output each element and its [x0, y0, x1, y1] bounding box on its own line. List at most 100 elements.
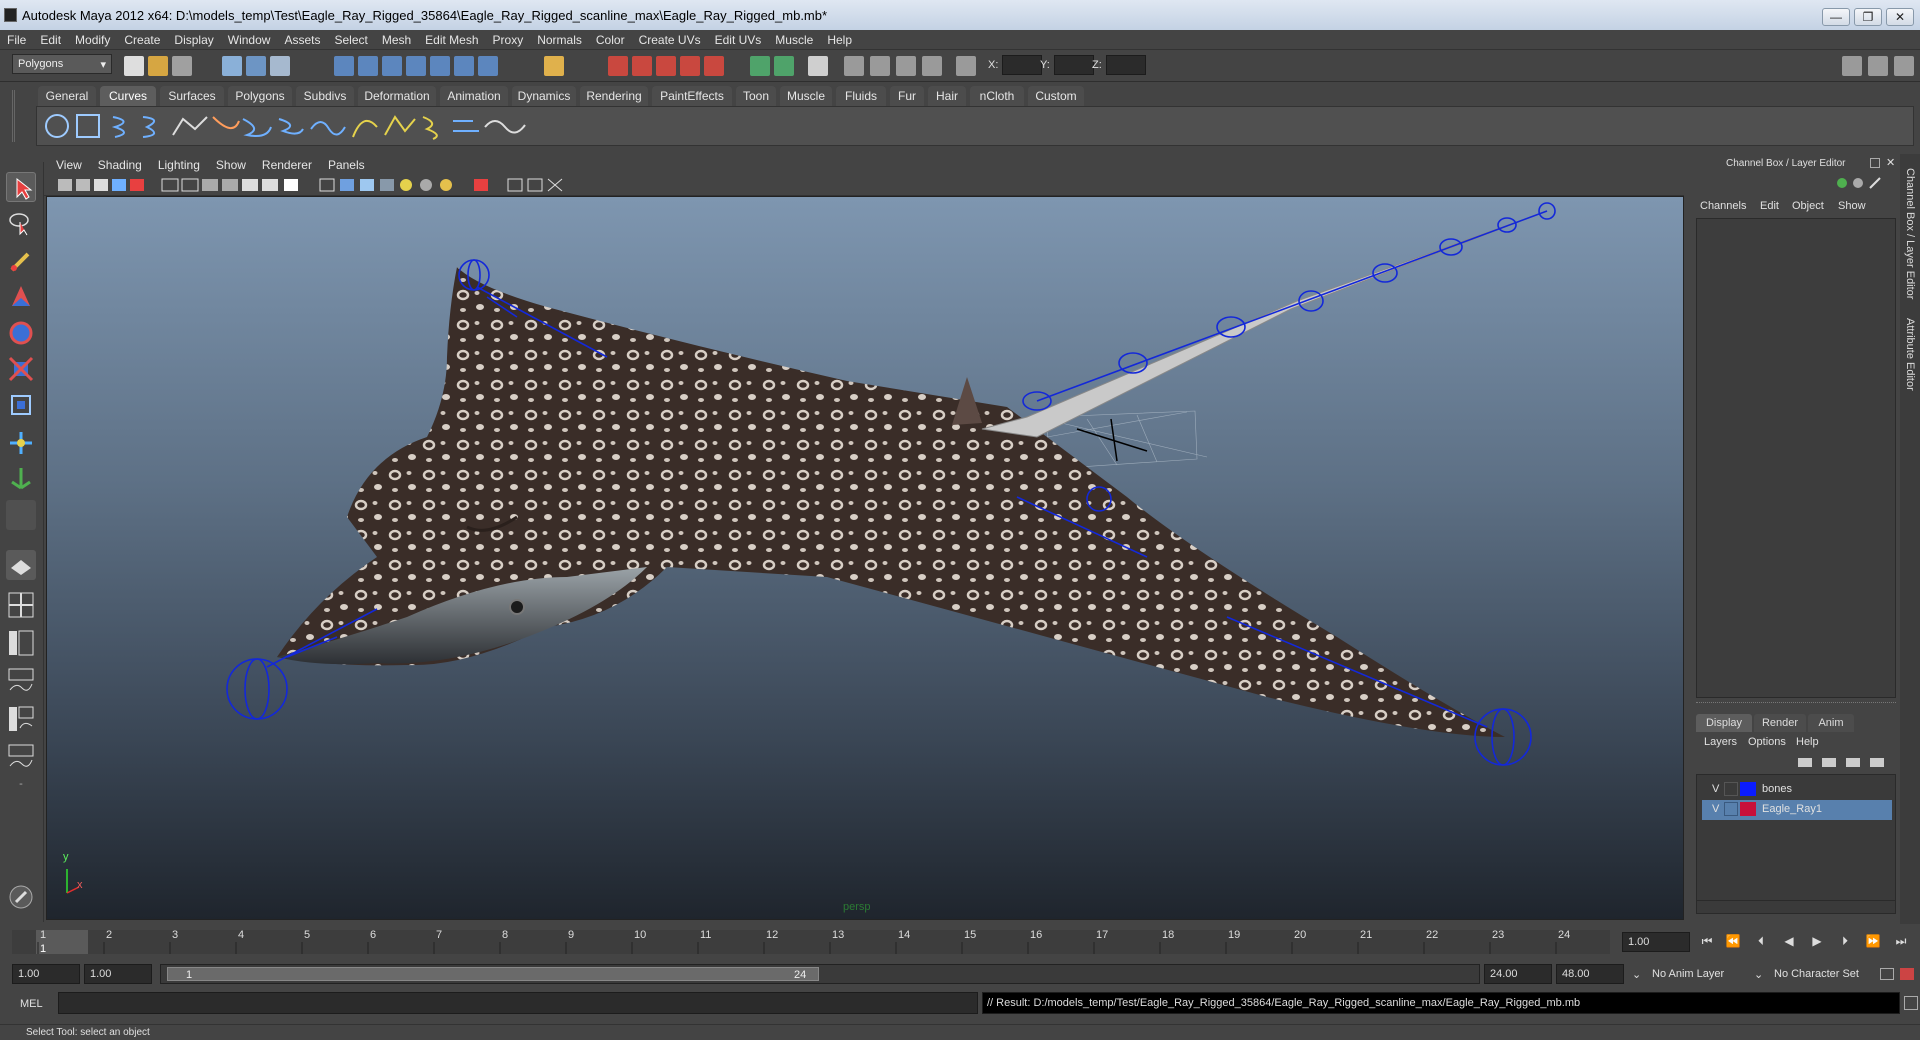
display-icon-b[interactable]: [870, 56, 890, 76]
panel-menu-panels[interactable]: Panels: [320, 154, 373, 172]
show-manipulator-icon[interactable]: [6, 464, 36, 494]
step-forward-key-icon[interactable]: ⏩: [1862, 934, 1884, 952]
select-component-icon[interactable]: [270, 56, 290, 76]
tab-animation[interactable]: Animation: [440, 86, 508, 106]
menu-mesh[interactable]: Mesh: [375, 30, 418, 47]
start-time-field[interactable]: 1.00: [12, 964, 80, 984]
layout-persp-graph-icon[interactable]: [6, 666, 36, 696]
snap-grid-icon[interactable]: [334, 56, 354, 76]
layer-tab-render[interactable]: Render: [1754, 714, 1806, 732]
float-panel-icon[interactable]: [1870, 158, 1880, 168]
layout-outliner-graph-icon[interactable]: [6, 742, 36, 772]
show-menu[interactable]: Show: [1838, 200, 1866, 212]
panel-menu-shading[interactable]: Shading: [90, 154, 150, 172]
panel-menu-show[interactable]: Show: [208, 154, 254, 172]
menu-edit[interactable]: Edit: [33, 30, 68, 47]
help-question-icon[interactable]: [478, 56, 498, 76]
menu-proxy[interactable]: Proxy: [486, 30, 531, 47]
layout-outliner-persp-icon[interactable]: [6, 628, 36, 658]
display-icon-d[interactable]: [922, 56, 942, 76]
time-slider[interactable]: 1 2 3 4 5 6 7 8 9 10 11 12 13 14 15 16 17 18 19 20 21 22 23 24 1…: [0, 924, 1920, 960]
x-field[interactable]: [1002, 55, 1042, 75]
select-object-icon[interactable]: [246, 56, 266, 76]
channels-menu[interactable]: Channels: [1700, 200, 1746, 212]
end-time-field[interactable]: 24.00: [1484, 964, 1552, 984]
auto-key-icon[interactable]: [1900, 968, 1914, 980]
menu-assets[interactable]: Assets: [277, 30, 327, 47]
layer-row-bones[interactable]: V bones: [1702, 780, 1892, 800]
minimize-button[interactable]: —: [1822, 8, 1850, 26]
layout-four-panes-icon[interactable]: [6, 590, 36, 620]
select-hierarchy-icon[interactable]: [222, 56, 242, 76]
layer-visibility[interactable]: V: [1712, 783, 1719, 795]
menu-edit-mesh[interactable]: Edit Mesh: [418, 30, 485, 47]
layer-tab-display[interactable]: Display: [1696, 714, 1752, 732]
menu-color[interactable]: Color: [589, 30, 632, 47]
close-panel-icon[interactable]: ✕: [1886, 156, 1895, 169]
step-forward-frame-icon[interactable]: ⏵: [1834, 934, 1856, 952]
layer-color-swatch[interactable]: [1740, 782, 1756, 796]
menu-create-uvs[interactable]: Create UVs: [632, 30, 708, 47]
menu-normals[interactable]: Normals: [530, 30, 589, 47]
curve-tools-icons[interactable]: [43, 107, 563, 145]
command-input[interactable]: [58, 992, 978, 1014]
menuset-dropdown[interactable]: Polygons ▾: [12, 54, 112, 74]
snap-point-icon[interactable]: [382, 56, 402, 76]
last-tool-used-icon[interactable]: [6, 500, 36, 530]
tab-custom[interactable]: Custom: [1028, 86, 1084, 106]
soft-mod-tool-icon[interactable]: [6, 428, 36, 458]
open-scene-icon[interactable]: [148, 56, 168, 76]
tab-painteffects[interactable]: PaintEffects: [652, 86, 732, 106]
tab-dynamics[interactable]: Dynamics: [512, 86, 576, 106]
layer-type-toggle[interactable]: [1724, 802, 1738, 816]
current-time-field[interactable]: 1.00: [1622, 932, 1690, 952]
layers-menu[interactable]: Layers: [1704, 736, 1737, 748]
play-backwards-icon[interactable]: ◀: [1778, 934, 1800, 952]
layout-hypershade-icon[interactable]: [6, 704, 36, 734]
chevron-down-icon[interactable]: ⌄: [1754, 968, 1763, 981]
edit-menu[interactable]: Edit: [1760, 200, 1779, 212]
menu-muscle[interactable]: Muscle: [768, 30, 820, 47]
render-settings-icon[interactable]: [656, 56, 676, 76]
key-icon[interactable]: [1880, 968, 1894, 980]
history-icon[interactable]: [454, 56, 474, 76]
channel-list[interactable]: [1696, 218, 1896, 698]
layer-tool-icons[interactable]: [1796, 754, 1892, 770]
display-icon-a[interactable]: [844, 56, 864, 76]
layer-type-toggle[interactable]: [1724, 782, 1738, 796]
go-to-start-icon[interactable]: ⏮: [1696, 934, 1718, 952]
snap-view-plane-icon[interactable]: [406, 56, 426, 76]
maximize-button[interactable]: ❐: [1854, 8, 1882, 26]
go-to-end-icon[interactable]: ⏭: [1890, 934, 1912, 952]
new-scene-icon[interactable]: [124, 56, 144, 76]
tab-fluids[interactable]: Fluids: [836, 86, 886, 106]
range-slider-thumb[interactable]: 1 24: [167, 967, 819, 981]
sidebar-toggle-icon[interactable]: [808, 56, 828, 76]
anim-end-field[interactable]: 48.00: [1556, 964, 1624, 984]
tab-curves[interactable]: Curves: [100, 86, 156, 106]
mel-language-label[interactable]: MEL: [20, 998, 43, 1010]
attribute-editor-icon[interactable]: [1842, 56, 1862, 76]
menu-modify[interactable]: Modify: [68, 30, 117, 47]
time-ruler[interactable]: 1 2 3 4 5 6 7 8 9 10 11 12 13 14 15 16 17 18 19 20 21 22 23 241: [12, 924, 1622, 958]
channel-box-tool-icons[interactable]: [1836, 176, 1892, 190]
side-tab-attribute-editor[interactable]: Attribute Editor: [1904, 318, 1916, 391]
step-back-key-icon[interactable]: ⏪: [1722, 934, 1744, 952]
anim-layer-label[interactable]: No Anim Layer: [1652, 968, 1724, 980]
menu-display[interactable]: Display: [167, 30, 220, 47]
ipr-render-icon[interactable]: [632, 56, 652, 76]
display-icon-c[interactable]: [896, 56, 916, 76]
render-view-icon[interactable]: [704, 56, 724, 76]
tab-ncloth[interactable]: nCloth: [970, 86, 1024, 106]
object-menu[interactable]: Object: [1792, 200, 1824, 212]
chevron-down-icon[interactable]: ⌄: [1632, 968, 1641, 981]
shelf-grip[interactable]: [12, 90, 34, 142]
layer-row-eagle-ray1[interactable]: V Eagle_Ray1: [1702, 800, 1892, 820]
tab-toon[interactable]: Toon: [736, 86, 776, 106]
select-tool-icon[interactable]: [6, 172, 36, 202]
hypershade-icon[interactable]: [680, 56, 700, 76]
menu-select[interactable]: Select: [327, 30, 374, 47]
close-button[interactable]: ✕: [1886, 8, 1914, 26]
menu-edit-uvs[interactable]: Edit UVs: [708, 30, 769, 47]
tab-muscle[interactable]: Muscle: [780, 86, 832, 106]
